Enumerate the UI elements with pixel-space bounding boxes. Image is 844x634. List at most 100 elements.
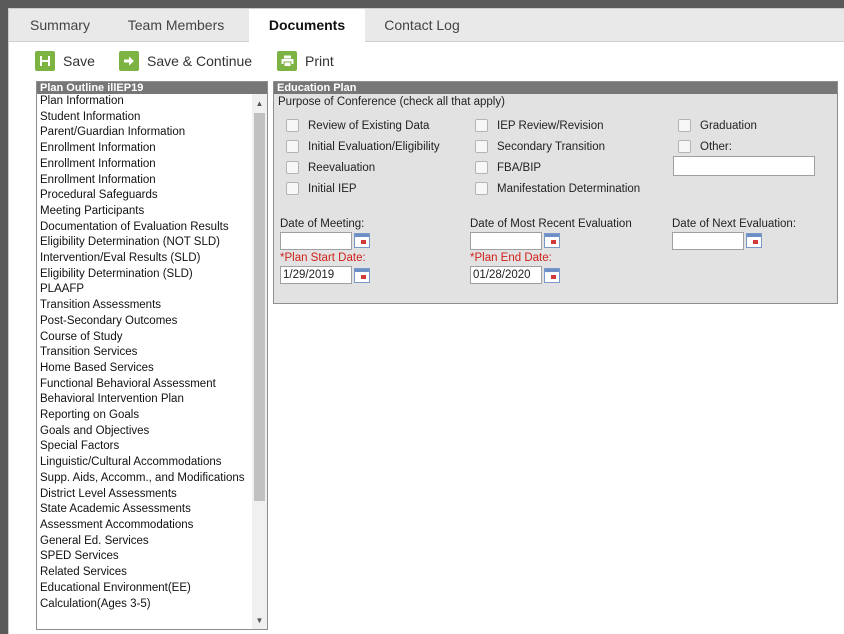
checkbox-label: Other: xyxy=(700,140,732,153)
calendar-icon[interactable] xyxy=(354,233,370,248)
tab-team-members[interactable]: Team Members xyxy=(111,9,241,41)
outline-item[interactable]: Eligibility Determination (SLD) xyxy=(37,267,251,283)
outline-item[interactable]: Reporting on Goals xyxy=(37,408,251,424)
checkbox-box[interactable] xyxy=(475,140,488,153)
checkbox-review-existing-data[interactable]: Review of Existing Data xyxy=(286,119,429,132)
checkbox-label: IEP Review/Revision xyxy=(497,119,604,132)
checkbox-label: Review of Existing Data xyxy=(308,119,430,132)
outline-item[interactable]: SPED Services xyxy=(37,549,251,565)
tab-contact-log[interactable]: Contact Log xyxy=(367,9,477,41)
outline-item[interactable]: Home Based Services xyxy=(37,361,251,377)
arrow-right-icon xyxy=(119,51,139,71)
calendar-icon[interactable] xyxy=(746,233,762,248)
checkbox-reevaluation[interactable]: Reevaluation xyxy=(286,161,375,174)
tab-bar: Summary Team Members Documents Contact L… xyxy=(9,9,844,42)
outline-item[interactable]: Supp. Aids, Accomm., and Modifications xyxy=(37,471,251,487)
checkbox-box[interactable] xyxy=(475,182,488,195)
plan-end-date-label: *Plan End Date: xyxy=(470,252,552,264)
outline-item[interactable]: District Level Assessments xyxy=(37,487,251,503)
outline-item[interactable]: State Academic Assessments xyxy=(37,502,251,518)
checkbox-fba-bip[interactable]: FBA/BIP xyxy=(475,161,541,174)
recent-evaluation-input[interactable] xyxy=(470,232,542,250)
outline-item[interactable]: Enrollment Information xyxy=(37,157,251,173)
outline-item[interactable]: PLAAFP xyxy=(37,282,251,298)
outline-item[interactable]: Assessment Accommodations xyxy=(37,518,251,534)
outline-item[interactable]: Meeting Participants xyxy=(37,204,251,220)
outline-item[interactable]: Parent/Guardian Information xyxy=(37,125,251,141)
scroll-up-icon[interactable]: ▲ xyxy=(252,96,267,110)
outline-item[interactable]: Enrollment Information xyxy=(37,173,251,189)
outline-item[interactable]: Documentation of Evaluation Results xyxy=(37,220,251,236)
outline-item[interactable]: Post-Secondary Outcomes xyxy=(37,314,251,330)
education-plan-title: Education Plan xyxy=(274,82,837,94)
calendar-icon[interactable] xyxy=(544,268,560,283)
checkbox-box[interactable] xyxy=(678,140,691,153)
outline-item[interactable]: Calculation(Ages 3-5) xyxy=(37,597,251,613)
plan-outline-panel: Plan Outline illEP19 Plan Information Stu… xyxy=(36,81,268,630)
next-evaluation-input[interactable] xyxy=(672,232,744,250)
checkbox-box[interactable] xyxy=(286,119,299,132)
save-continue-label: Save & Continue xyxy=(147,53,253,69)
outline-item[interactable]: Enrollment Information xyxy=(37,141,251,157)
plan-outline-title: Plan Outline illEP19 xyxy=(37,82,267,94)
outline-item[interactable]: Behavioral Intervention Plan xyxy=(37,392,251,408)
plan-start-date-label: *Plan Start Date: xyxy=(280,252,366,264)
checkbox-box[interactable] xyxy=(286,182,299,195)
checkbox-iep-review[interactable]: IEP Review/Revision xyxy=(475,119,604,132)
toolbar: Save Save & Continue Print xyxy=(9,47,844,75)
date-of-meeting-label: Date of Meeting: xyxy=(280,218,365,230)
checkbox-other[interactable]: Other: xyxy=(678,140,732,153)
outline-item[interactable]: Linguistic/Cultural Accommodations xyxy=(37,455,251,471)
outline-item[interactable]: Plan Information xyxy=(37,94,251,110)
purpose-label: Purpose of Conference (check all that ap… xyxy=(278,96,505,108)
calendar-icon[interactable] xyxy=(544,233,560,248)
outline-item[interactable]: Eligibility Determination (NOT SLD) xyxy=(37,235,251,251)
calendar-icon[interactable] xyxy=(354,268,370,283)
outline-item[interactable]: Functional Behavioral Assessment xyxy=(37,377,251,393)
outline-item[interactable]: Transition Assessments xyxy=(37,298,251,314)
other-input[interactable] xyxy=(673,156,815,176)
checkbox-label: Graduation xyxy=(700,119,757,132)
save-continue-button[interactable]: Save & Continue xyxy=(119,49,252,73)
outline-item[interactable]: Procedural Safeguards xyxy=(37,188,251,204)
recent-evaluation-label: Date of Most Recent Evaluation xyxy=(470,218,632,230)
checkbox-initial-iep[interactable]: Initial IEP xyxy=(286,182,357,195)
plan-start-date-input[interactable]: 1/29/2019 xyxy=(280,266,352,284)
outline-item[interactable]: Student Information xyxy=(37,110,251,126)
outline-item[interactable]: Educational Environment(EE) xyxy=(37,581,251,597)
plan-end-date-input[interactable]: 01/28/2020 xyxy=(470,266,542,284)
outline-item[interactable]: Transition Services xyxy=(37,345,251,361)
outline-item[interactable]: Goals and Objectives xyxy=(37,424,251,440)
outline-item[interactable]: General Ed. Services xyxy=(37,534,251,550)
checkbox-manifestation-determination[interactable]: Manifestation Determination xyxy=(475,182,640,195)
checkbox-box[interactable] xyxy=(475,161,488,174)
outline-item[interactable]: Special Factors xyxy=(37,439,251,455)
checkbox-initial-evaluation[interactable]: Initial Evaluation/Eligibility xyxy=(286,140,440,153)
print-button[interactable]: Print xyxy=(277,49,334,73)
plan-outline-list[interactable]: Plan Information Student Information Paren… xyxy=(37,94,251,629)
outline-scrollbar[interactable]: ▲ ▼ xyxy=(252,94,267,629)
outline-item[interactable]: Related Services xyxy=(37,565,251,581)
education-plan-panel: Education Plan Purpose of Conference (ch… xyxy=(273,81,838,304)
save-button[interactable]: Save xyxy=(35,49,95,73)
checkbox-graduation[interactable]: Graduation xyxy=(678,119,757,132)
scroll-thumb[interactable] xyxy=(254,113,265,501)
printer-icon xyxy=(277,51,297,71)
checkbox-label: Initial IEP xyxy=(308,182,357,195)
checkbox-secondary-transition[interactable]: Secondary Transition xyxy=(475,140,605,153)
date-of-meeting-input[interactable] xyxy=(280,232,352,250)
checkbox-box[interactable] xyxy=(286,140,299,153)
print-label: Print xyxy=(305,53,334,69)
checkbox-label: Secondary Transition xyxy=(497,140,606,153)
checkbox-box[interactable] xyxy=(286,161,299,174)
outline-item[interactable]: Course of Study xyxy=(37,330,251,346)
checkbox-label: Manifestation Determination xyxy=(497,182,641,195)
scroll-down-icon[interactable]: ▼ xyxy=(252,613,267,627)
tab-summary[interactable]: Summary xyxy=(9,9,111,41)
tab-documents[interactable]: Documents xyxy=(249,9,365,42)
checkbox-box[interactable] xyxy=(678,119,691,132)
app-window: Summary Team Members Documents Contact L… xyxy=(8,8,844,634)
checkbox-box[interactable] xyxy=(475,119,488,132)
save-label: Save xyxy=(63,53,95,69)
outline-item[interactable]: Intervention/Eval Results (SLD) xyxy=(37,251,251,267)
